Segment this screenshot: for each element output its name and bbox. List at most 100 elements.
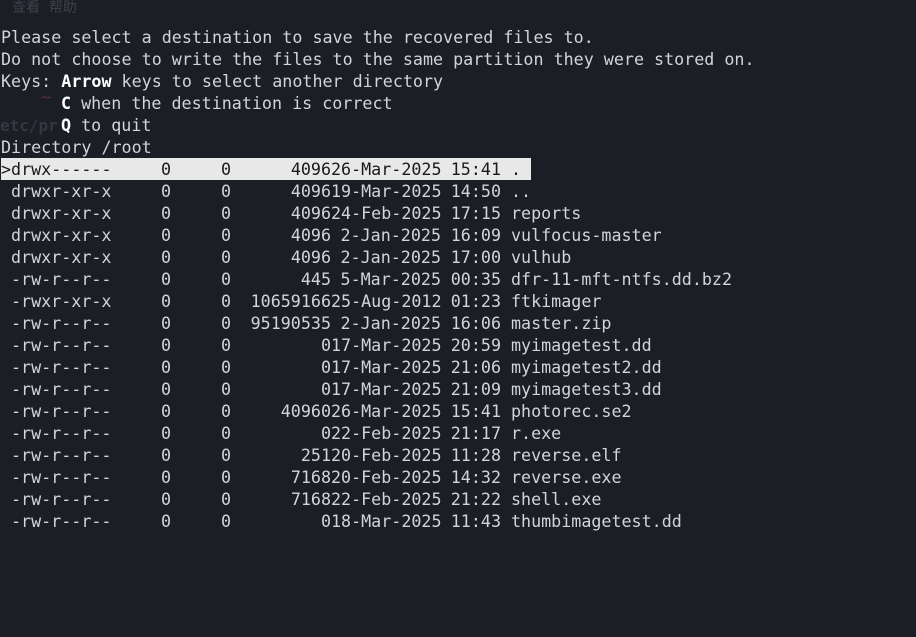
entry-time: 11:43	[450, 511, 501, 531]
entry-time: 17:15	[450, 203, 501, 223]
directory-entry[interactable]: -rw-r--r-- 0 0 0 18-Mar-2025 11:43 thumbimaget…	[1, 510, 916, 532]
entry-group-gid: 0	[220, 489, 231, 509]
entry-owner-uid: 0	[160, 269, 171, 289]
entry-owner-uid: 0	[160, 225, 171, 245]
entry-size: 7168	[290, 467, 331, 487]
entry-permissions: -rw-r--r--	[11, 401, 112, 421]
directory-entry[interactable]: -rw-r--r-- 0 0 0 22-Feb-2025 21:17 r.exe	[1, 422, 916, 444]
entry-group-gid: 0	[220, 247, 231, 267]
entry-size: 0	[320, 335, 331, 355]
entry-name: ftkimager	[511, 291, 602, 311]
entry-name: reverse.exe	[511, 467, 622, 487]
entry-name: vulfocus-master	[511, 225, 662, 245]
entry-permissions: drwxr-xr-x	[11, 203, 112, 223]
entry-date: 20-Feb-2025	[331, 467, 442, 487]
entry-time: 21:17	[450, 423, 501, 443]
entry-owner-uid: 0	[160, 467, 171, 487]
entry-date: 17-Mar-2025	[331, 379, 442, 399]
entry-permissions: -rw-r--r--	[11, 313, 112, 333]
entry-size: 40960	[280, 401, 331, 421]
entry-group-gid: 0	[220, 335, 231, 355]
directory-entry[interactable]: -rw-r--r-- 0 0 445 5-Mar-2025 00:35 dfr-11-mft…	[1, 268, 916, 290]
entry-name: myimagetest.dd	[511, 335, 652, 355]
entry-group-gid: 0	[220, 225, 231, 245]
directory-entry[interactable]: -rw-r--r-- 0 0 7168 20-Feb-2025 14:32 reverse.…	[1, 466, 916, 488]
directory-entry[interactable]: -rw-r--r-- 0 0 7168 22-Feb-2025 21:22 shell.ex…	[1, 488, 916, 510]
entry-date: 25-Aug-2012	[331, 291, 442, 311]
directory-entry[interactable]: -rw-r--r-- 0 0 0 17-Mar-2025 21:09 myimagetest…	[1, 378, 916, 400]
entry-permissions: drwxr-xr-x	[11, 181, 112, 201]
arrow-key-description: keys to select another directory	[111, 71, 444, 91]
entry-date: 26-Mar-2025	[331, 401, 442, 421]
entry-owner-uid: 0	[160, 423, 171, 443]
q-key-label: Q	[61, 115, 72, 135]
entry-permissions: >drwx------	[1, 159, 112, 179]
entry-date: 17-Mar-2025	[331, 357, 442, 377]
entry-time: 16:09	[450, 225, 501, 245]
entry-group-gid: 0	[220, 511, 231, 531]
entry-permissions: -rw-r--r--	[11, 423, 112, 443]
entry-name: reports	[511, 203, 582, 223]
background-window-menu-text: 查看 帮助	[12, 0, 77, 16]
arrow-key-label: Arrow	[61, 71, 112, 91]
entry-name: photorec.se2	[511, 401, 632, 421]
entry-size: 4096	[290, 159, 331, 179]
entry-size: 4096	[290, 203, 331, 223]
c-key-label: C	[61, 93, 72, 113]
entry-size: 0	[320, 511, 331, 531]
entry-size: 10659166	[250, 291, 331, 311]
entry-time: 01:23	[450, 291, 501, 311]
directory-entry[interactable]: drwxr-xr-x 0 0 4096 2-Jan-2025 16:09 vulfocus-…	[1, 224, 916, 246]
entry-permissions: -rw-r--r--	[11, 269, 112, 289]
entry-name: myimagetest2.dd	[511, 357, 662, 377]
entry-owner-uid: 0	[160, 159, 171, 179]
entry-group-gid: 0	[220, 401, 231, 421]
entry-owner-uid: 0	[160, 203, 171, 223]
entry-name: master.zip	[511, 313, 612, 333]
entry-date: 2-Jan-2025	[340, 313, 441, 333]
entry-owner-uid: 0	[160, 379, 171, 399]
entry-group-gid: 0	[220, 357, 231, 377]
entry-name: vulhub	[511, 247, 572, 267]
directory-entry[interactable]: drwxr-xr-x 0 0 4096 2-Jan-2025 17:00 vulhub	[1, 246, 916, 268]
directory-entry[interactable]: -rwxr-xr-x 0 0 10659166 25-Aug-2012 01:23 ftki…	[1, 290, 916, 312]
instruction-line-1: Please select a destination to save the …	[1, 27, 594, 47]
directory-entry-selected[interactable]: >drwx------ 0 0 4096 26-Mar-2025 15:41.	[1, 158, 531, 180]
entry-size: 4096	[290, 181, 331, 201]
directory-entry[interactable]: drwxr-xr-x 0 0 4096 24-Feb-2025 17:15 reports	[1, 202, 916, 224]
entry-time: 00:35	[450, 269, 501, 289]
instruction-line-2: Do not choose to write the files to the …	[1, 49, 755, 69]
entry-date: 22-Feb-2025	[331, 489, 442, 509]
c-key-description: when the destination is correct	[71, 93, 393, 113]
directory-entry[interactable]: -rw-r--r-- 0 0 251 20-Feb-2025 11:28 reverse.e…	[1, 444, 916, 466]
directory-listing: >drwx------ 0 0 4096 26-Mar-2025 15:41. drwxr-…	[1, 158, 916, 532]
entry-time: 11:28	[450, 445, 501, 465]
entry-date: 20-Feb-2025	[331, 445, 442, 465]
directory-entry[interactable]: -rw-r--r-- 0 0 0 17-Mar-2025 21:06 myimagetest…	[1, 356, 916, 378]
directory-entry[interactable]: -rw-r--r-- 0 0 0 17-Mar-2025 20:59 myimagetest…	[1, 334, 916, 356]
directory-entry[interactable]: -rw-r--r-- 0 0 95190535 2-Jan-2025 16:06 maste…	[1, 312, 916, 334]
entry-date: 18-Mar-2025	[331, 511, 442, 531]
terminal-window[interactable]: Please select a destination to save the …	[1, 26, 916, 532]
entry-date: 2-Jan-2025	[340, 225, 441, 245]
entry-group-gid: 0	[220, 423, 231, 443]
entry-group-gid: 0	[220, 313, 231, 333]
entry-name: thumbimagetest.dd	[511, 511, 682, 531]
entry-name: myimagetest3.dd	[511, 379, 662, 399]
entry-permissions: drwxr-xr-x	[11, 225, 112, 245]
directory-entry[interactable]: -rw-r--r-- 0 0 40960 26-Mar-2025 15:41 photore…	[1, 400, 916, 422]
entry-permissions: -rw-r--r--	[11, 467, 112, 487]
entry-size: 95190535	[250, 313, 331, 333]
entry-time: 21:09	[450, 379, 501, 399]
entry-name: ..	[511, 181, 532, 201]
entry-owner-uid: 0	[160, 291, 171, 311]
entry-time: 14:50	[450, 181, 501, 201]
directory-entry[interactable]: drwxr-xr-x 0 0 4096 19-Mar-2025 14:50..	[1, 180, 916, 202]
entry-group-gid: 0	[220, 203, 231, 223]
entry-group-gid: 0	[220, 445, 231, 465]
entry-size: 7168	[290, 489, 331, 509]
entry-permissions: -rw-r--r--	[11, 357, 112, 377]
q-key-description: to quit	[71, 115, 152, 135]
entry-date: 24-Feb-2025	[331, 203, 442, 223]
entry-time: 17:00	[450, 247, 501, 267]
